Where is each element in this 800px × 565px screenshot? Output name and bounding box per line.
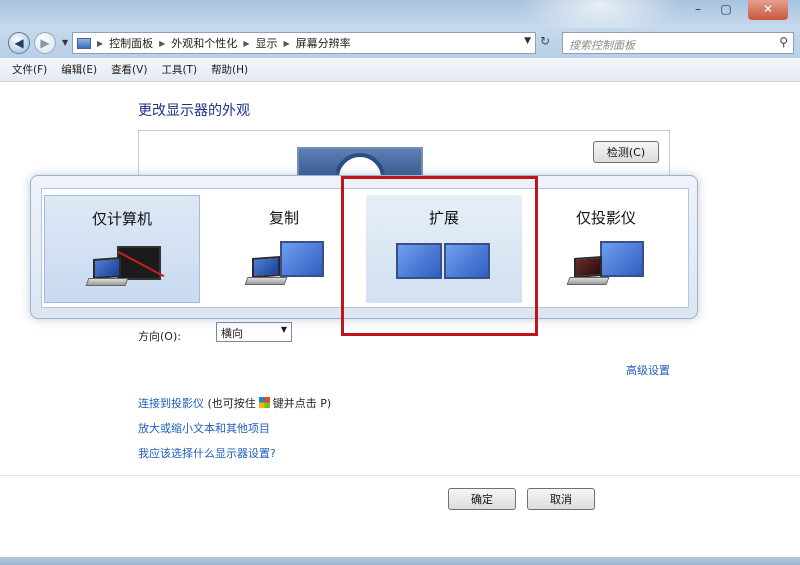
menu-file[interactable]: 文件(F) — [12, 62, 47, 77]
control-panel-icon — [77, 37, 91, 49]
recent-pages-dropdown[interactable]: ▼ — [62, 38, 68, 47]
laptop-off-icon — [566, 256, 610, 287]
option-duplicate[interactable]: 复制 — [206, 195, 362, 303]
back-arrow-icon: ◀ — [14, 36, 24, 50]
forward-button[interactable]: ▶ — [34, 32, 56, 54]
windows-logo-icon — [258, 397, 270, 408]
maximize-button[interactable]: ▢ — [712, 0, 740, 20]
ok-button[interactable]: 确定 — [448, 488, 516, 510]
which-settings-link[interactable]: 我应该选择什么显示器设置? — [138, 445, 276, 461]
option-label: 复制 — [268, 209, 299, 227]
laptop-icon — [85, 257, 129, 288]
option-computer-only[interactable]: 仅计算机 — [44, 195, 200, 303]
orientation-select[interactable]: 横向 ▼ — [216, 322, 292, 342]
monitor-icon — [280, 241, 324, 277]
laptop-icon — [244, 256, 288, 287]
breadcrumb-display[interactable]: 显示 — [255, 35, 277, 51]
search-input[interactable]: 搜索控制面板 ⚲ — [562, 32, 794, 54]
text-size-link[interactable]: 放大或缩小文本和其他项目 — [138, 420, 270, 436]
search-placeholder: 搜索控制面板 — [569, 39, 635, 52]
breadcrumb-appearance[interactable]: 外观和个性化 — [171, 35, 237, 51]
minimize-button[interactable]: – — [684, 0, 712, 20]
footer-divider — [0, 475, 800, 476]
menu-help[interactable]: 帮助(H) — [211, 62, 248, 77]
advanced-settings-link[interactable]: 高级设置 — [626, 362, 670, 378]
chevron-right-icon[interactable]: ▶ — [97, 39, 103, 48]
projector-hint-suffix: 键并点击 P) — [272, 397, 332, 410]
breadcrumb-control-panel[interactable]: 控制面板 — [109, 35, 153, 51]
option-label: 仅计算机 — [91, 210, 152, 228]
menu-tools[interactable]: 工具(T) — [161, 62, 197, 77]
projector-hint-prefix: (也可按住 — [207, 397, 256, 410]
close-button[interactable]: ✕ — [748, 0, 788, 20]
cancel-button[interactable]: 取消 — [527, 488, 595, 510]
address-bar[interactable]: ▶ 控制面板 ▶ 外观和个性化 ▶ 显示 ▶ 屏幕分辨率 ▼ — [72, 32, 536, 54]
refresh-icon[interactable]: ↻ — [540, 34, 550, 48]
detect-button[interactable]: 检测(C) — [593, 141, 659, 163]
forward-arrow-icon: ▶ — [40, 36, 50, 50]
chevron-right-icon[interactable]: ▶ — [283, 39, 289, 48]
menu-edit[interactable]: 编辑(E) — [61, 62, 97, 77]
menu-bar: 文件(F) 编辑(E) 查看(V) 工具(T) 帮助(H) — [0, 58, 800, 82]
annotation-highlight-box — [341, 176, 538, 336]
address-dropdown-icon[interactable]: ▼ — [524, 36, 531, 46]
chevron-right-icon[interactable]: ▶ — [159, 39, 165, 48]
orientation-value: 横向 — [221, 327, 243, 340]
window-title-bar: – ▢ ✕ — [0, 0, 800, 40]
window-bottom-border — [0, 557, 800, 565]
projector-link-row: 连接到投影仪 (也可按住 键并点击 P) — [138, 395, 331, 411]
option-label: 仅投影仪 — [575, 209, 636, 227]
page-title: 更改显示器的外观 — [138, 103, 250, 119]
back-button[interactable]: ◀ — [8, 32, 30, 54]
breadcrumb-screen-resolution[interactable]: 屏幕分辨率 — [296, 35, 351, 51]
navigation-bar: ◀ ▶ ▼ ▶ 控制面板 ▶ 外观和个性化 ▶ 显示 ▶ 屏幕分辨率 ▼ ↻ 搜… — [0, 28, 800, 58]
chevron-down-icon: ▼ — [280, 325, 287, 334]
option-projector-only[interactable]: 仅投影仪 — [528, 195, 684, 303]
connect-projector-link[interactable]: 连接到投影仪 — [138, 397, 204, 410]
orientation-label: 方向(O): — [138, 330, 181, 343]
menu-view[interactable]: 查看(V) — [111, 62, 147, 77]
chevron-right-icon[interactable]: ▶ — [243, 39, 249, 48]
search-icon[interactable]: ⚲ — [779, 35, 788, 49]
